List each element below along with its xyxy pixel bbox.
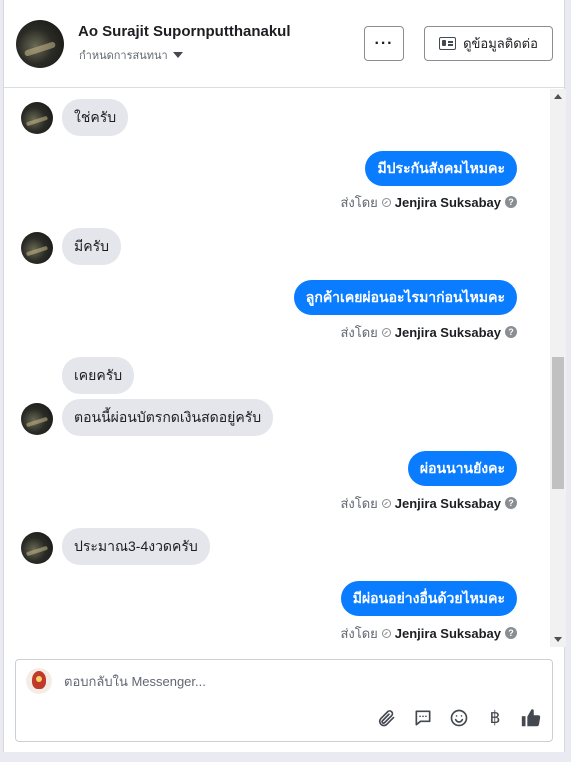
incoming-bubble[interactable]: ใช่ครับ	[62, 99, 129, 136]
sent-check-icon	[381, 498, 391, 508]
sent-by-agent: Jenjira Suksabay	[394, 194, 501, 210]
sent-by-line: ส่งโดย Jenjira Suksabay ?	[340, 625, 517, 641]
help-icon[interactable]: ?	[505, 326, 517, 338]
incoming-bubble[interactable]: มีครับ	[62, 228, 121, 265]
conversation-panel: Ao Surajit Supornputthanakul กำหนดการสนท…	[3, 0, 566, 752]
emoji-button[interactable]	[447, 706, 471, 730]
view-contact-button[interactable]: ดูข้อมูลติดต่อ	[424, 26, 553, 61]
scroll-down-arrow-icon[interactable]	[554, 637, 562, 642]
reply-composer: ฿	[15, 659, 553, 742]
outgoing-bubble[interactable]: ลูกค้าเคยผ่อนอะไรมาก่อนไหมคะ	[293, 280, 517, 315]
more-icon: ···	[374, 34, 394, 52]
sender-avatar[interactable]	[21, 232, 53, 264]
sent-by-agent: Jenjira Suksabay	[394, 324, 501, 340]
sent-by-label: ส่งโดย	[340, 324, 378, 340]
sent-by-line: ส่งโดย Jenjira Suksabay ?	[340, 324, 517, 340]
payment-button[interactable]: ฿	[483, 706, 507, 730]
assign-conversation-label: กำหนดการสนทนา	[79, 50, 168, 62]
sent-by-line: ส่งโดย Jenjira Suksabay ?	[340, 194, 517, 210]
help-icon[interactable]: ?	[505, 196, 517, 208]
page-avatar	[26, 668, 52, 694]
chat-bubble-icon	[415, 710, 431, 726]
sent-by-line: ส่งโดย Jenjira Suksabay ?	[340, 495, 517, 511]
contact-avatar[interactable]	[16, 20, 64, 68]
incoming-bubble[interactable]: เคยครับ	[62, 357, 135, 394]
outgoing-bubble[interactable]: มีผ่อนอย่างอื่นด้วยไหมคะ	[340, 581, 517, 616]
more-options-button[interactable]: ···	[364, 26, 404, 61]
scroll-thumb[interactable]	[552, 357, 564, 489]
saved-replies-button[interactable]	[411, 706, 435, 730]
assign-conversation-dropdown[interactable]: กำหนดการสนทนา	[79, 46, 183, 64]
thumbs-up-icon	[521, 709, 541, 727]
message-list: ใช่ครับ มีประกันสังคมไหมคะ ส่งโดย Jenjir…	[4, 89, 550, 647]
conversation-header: Ao Surajit Supornputthanakul กำหนดการสนท…	[4, 0, 566, 88]
sent-by-agent: Jenjira Suksabay	[394, 625, 501, 641]
caret-down-icon	[172, 52, 183, 58]
sent-by-label: ส่งโดย	[340, 625, 378, 641]
contact-card-icon	[439, 37, 457, 50]
sent-check-icon	[381, 197, 391, 207]
sender-avatar[interactable]	[21, 102, 53, 134]
help-icon[interactable]: ?	[505, 497, 517, 509]
help-icon[interactable]: ?	[505, 627, 517, 639]
like-button[interactable]	[519, 706, 543, 730]
incoming-bubble[interactable]: ประมาณ3-4งวดครับ	[62, 528, 210, 565]
contact-name[interactable]: Ao Surajit Supornputthanakul	[78, 23, 291, 40]
sent-check-icon	[381, 327, 391, 337]
smiley-icon	[450, 709, 468, 727]
outgoing-bubble[interactable]: ผ่อนนานยังคะ	[407, 451, 517, 486]
sent-by-agent: Jenjira Suksabay	[394, 495, 501, 511]
paperclip-icon	[378, 710, 395, 727]
sent-by-label: ส่งโดย	[340, 194, 378, 210]
message-scrollbar[interactable]	[550, 89, 566, 647]
sender-avatar[interactable]	[21, 403, 53, 435]
outgoing-bubble[interactable]: มีประกันสังคมไหมคะ	[365, 151, 517, 186]
sent-by-label: ส่งโดย	[340, 495, 378, 511]
scroll-up-arrow-icon[interactable]	[554, 94, 562, 99]
reply-input[interactable]	[64, 674, 524, 689]
incoming-bubble[interactable]: ตอนนี้ผ่อนบัตรกดเงินสดอยู่ครับ	[62, 399, 274, 436]
view-contact-label: ดูข้อมูลติดต่อ	[463, 36, 538, 51]
attach-button[interactable]	[374, 706, 398, 730]
sent-check-icon	[381, 628, 391, 638]
sender-avatar[interactable]	[21, 532, 53, 564]
baht-icon: ฿	[489, 708, 501, 727]
